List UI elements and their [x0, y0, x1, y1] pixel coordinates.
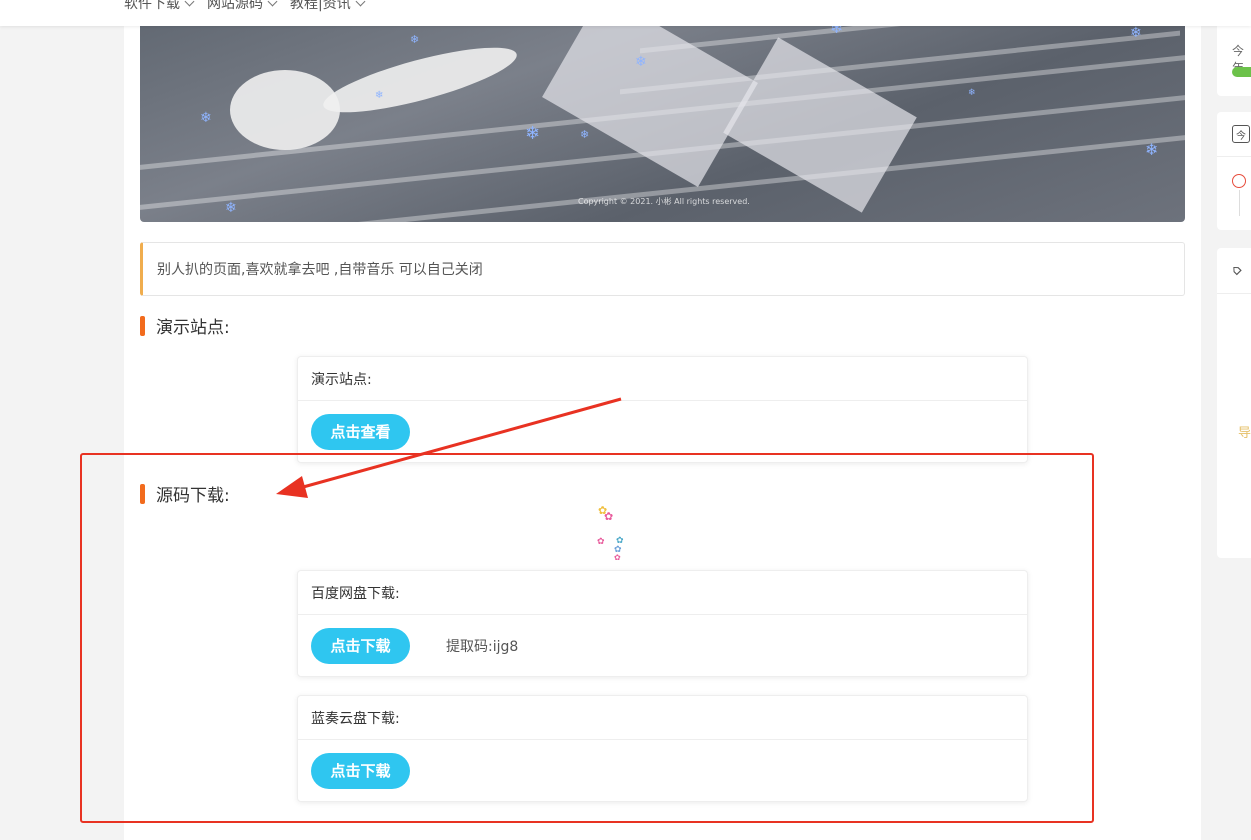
- timeline-line: [1239, 190, 1240, 216]
- snowflake-icon: ❄: [410, 33, 420, 46]
- annotation-box: [80, 453, 1094, 823]
- snowflake-icon: ❄: [580, 128, 590, 141]
- hero-copyright: Copyright © 2021. 小彬 All rights reserved…: [578, 197, 750, 206]
- nav-item-software[interactable]: 软件下载: [124, 0, 195, 13]
- nav-menu: 软件下载 网站源码 教程|资讯: [124, 0, 366, 13]
- chevron-down-icon: [355, 0, 366, 6]
- snowflake-icon: ❄: [375, 90, 384, 101]
- divider: [1217, 156, 1251, 157]
- snowflake-icon: ❄: [525, 123, 541, 144]
- sidebar-progress-bar: [1232, 67, 1251, 77]
- snowflake-icon: ❄: [635, 54, 647, 70]
- notice-text: 别人扒的页面,喜欢就拿去吧 ,自带音乐 可以自己关闭: [157, 262, 483, 278]
- snowflake-icon: ❄: [200, 110, 212, 126]
- top-nav-bar: 软件下载 网站源码 教程|资讯: [0, 0, 1251, 26]
- section-title-text: 演示站点:: [156, 318, 230, 338]
- nav-label: 教程|资讯: [290, 0, 351, 12]
- nav-item-source[interactable]: 网站源码: [207, 0, 278, 13]
- chevron-down-icon: [267, 0, 278, 6]
- nav-label: 软件下载: [124, 0, 180, 12]
- timeline-dot-icon: [1232, 174, 1246, 188]
- nav-label: 网站源码: [207, 0, 263, 12]
- section-title-demo: 演示站点:: [140, 313, 230, 338]
- notice-box: 别人扒的页面,喜欢就拿去吧 ,自带音乐 可以自己关闭: [140, 242, 1185, 296]
- seagull-wing: [318, 34, 522, 126]
- hero-image: ❄ ❄ ❄ ❄ ❄ ❄ ❄ ❄ ❄ ❄ ❄ ❄ Copyright © 2021…: [140, 0, 1185, 222]
- section-bar: [140, 315, 145, 336]
- chevron-down-icon: [184, 0, 195, 6]
- demo-box-header: 演示站点:: [298, 357, 1027, 401]
- sidebar-tag-text[interactable]: 导: [1238, 422, 1251, 441]
- calendar-icon: 今: [1232, 125, 1250, 143]
- nav-item-tutorial[interactable]: 教程|资讯: [290, 0, 366, 13]
- view-demo-button[interactable]: 点击查看: [311, 413, 410, 450]
- snowflake-icon: ❄: [1130, 25, 1142, 41]
- snowflake-icon: ❄: [1145, 140, 1159, 159]
- divider: [1217, 293, 1251, 294]
- snowflake-icon: ❄: [968, 88, 976, 98]
- demo-box: 演示站点: 点击查看: [297, 356, 1028, 463]
- snowflake-icon: ❄: [225, 200, 237, 216]
- sidebar-card-tags: [1217, 248, 1251, 558]
- seagull: [230, 70, 340, 150]
